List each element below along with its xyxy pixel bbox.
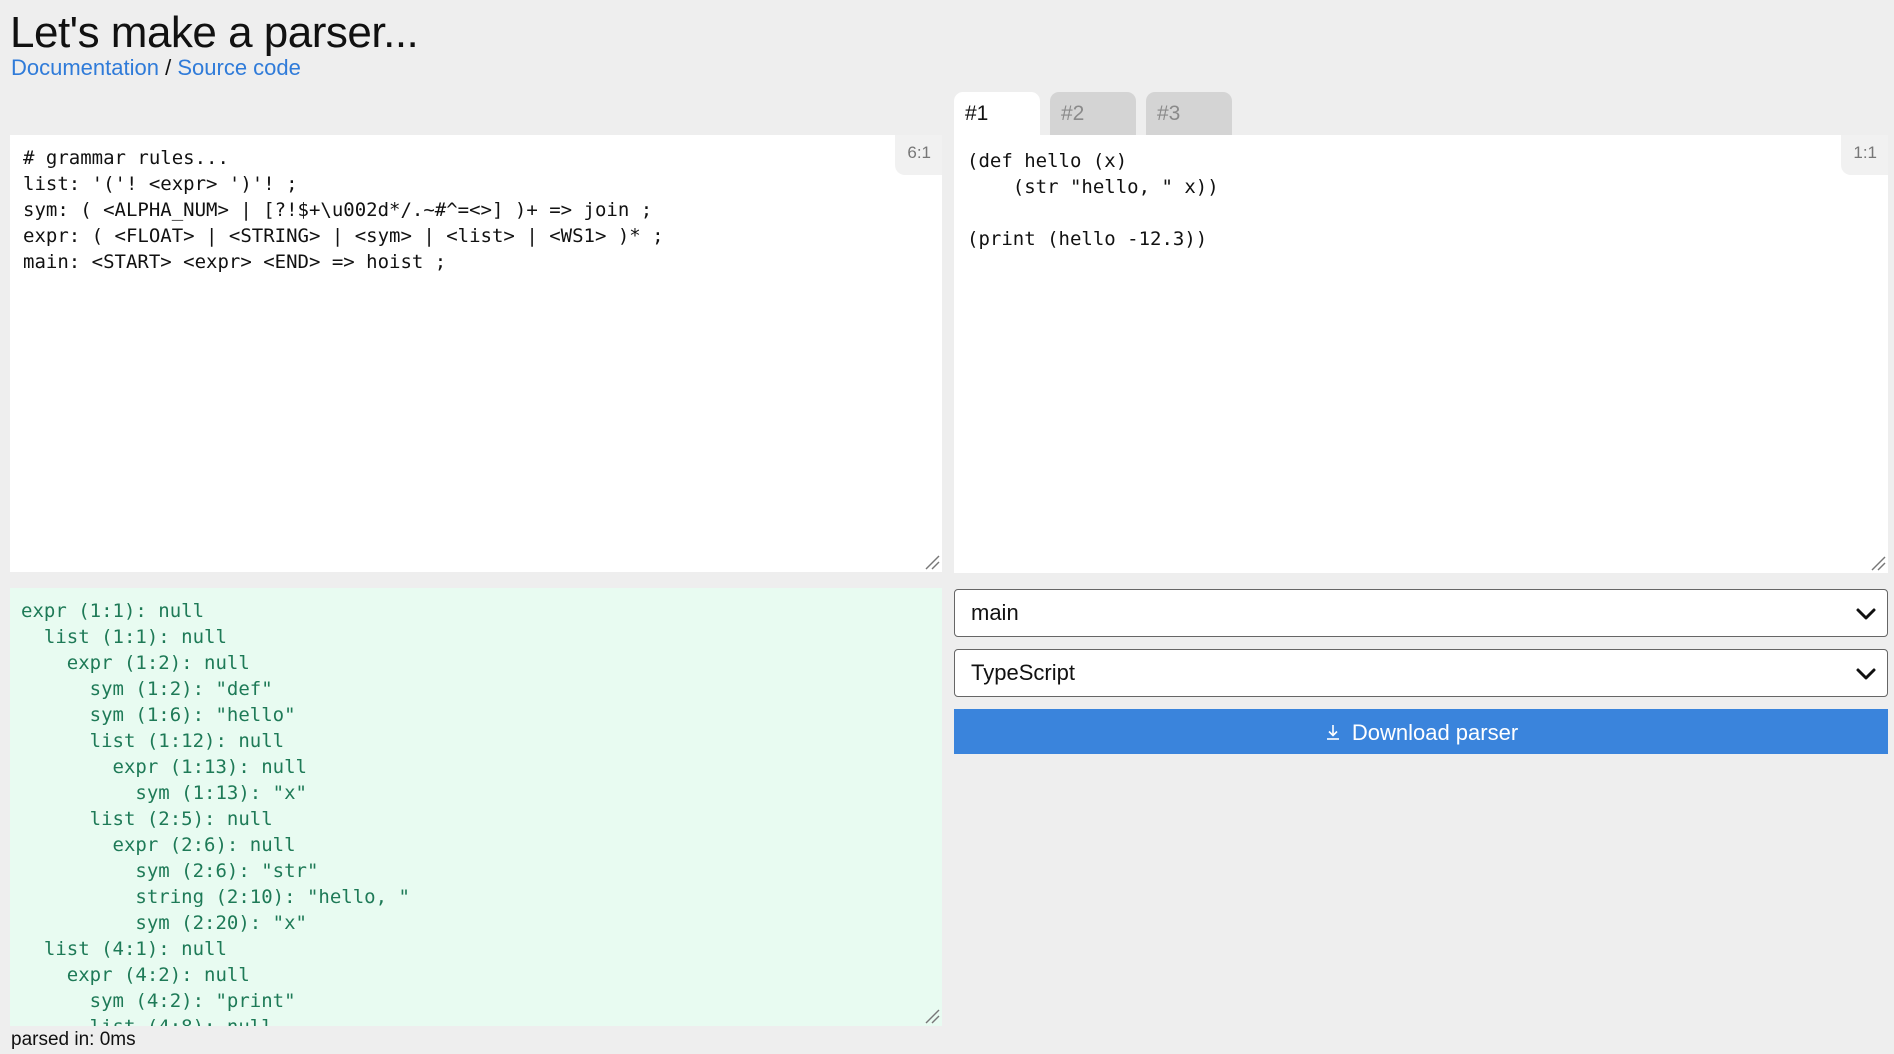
tab-1[interactable]: #1 — [954, 92, 1040, 136]
download-parser-button[interactable]: Download parser — [954, 709, 1888, 754]
header-links: Documentation / Source code — [11, 55, 301, 81]
grammar-cursor-position: 6:1 — [895, 135, 942, 175]
download-parser-label: Download parser — [1351, 720, 1519, 745]
page: Let's make a parser... Documentation / S… — [0, 0, 1894, 1054]
grammar-text[interactable]: # grammar rules... list: '('! <expr> ')'… — [23, 145, 664, 275]
output-resize-handle-icon[interactable] — [924, 1008, 940, 1024]
documentation-link[interactable]: Documentation — [11, 55, 159, 80]
grammar-resize-handle-icon[interactable] — [924, 554, 940, 570]
chevron-down-icon — [1856, 608, 1876, 620]
chevron-down-icon — [1856, 668, 1876, 680]
input-text[interactable]: (def hello (x) (str "hello, " x)) (print… — [967, 148, 1219, 252]
parse-tree-text: expr (1:1): null list (1:1): null expr (… — [21, 600, 410, 1026]
tab-3[interactable]: #3 — [1146, 92, 1232, 136]
input-resize-handle-icon[interactable] — [1870, 555, 1886, 571]
input-cursor-position: 1:1 — [1841, 135, 1888, 175]
parse-output[interactable]: expr (1:1): null list (1:1): null expr (… — [10, 588, 942, 1026]
grammar-editor[interactable]: # grammar rules... list: '('! <expr> ')'… — [10, 135, 942, 572]
start-rule-select[interactable]: main — [954, 589, 1888, 637]
link-separator: / — [165, 55, 172, 80]
download-icon — [1326, 725, 1339, 740]
page-title: Let's make a parser... — [10, 8, 419, 57]
source-code-link[interactable]: Source code — [177, 55, 301, 80]
start-rule-value: main — [971, 600, 1019, 625]
language-select[interactable]: TypeScript — [954, 649, 1888, 697]
input-editor[interactable]: (def hello (x) (str "hello, " x)) (print… — [954, 135, 1888, 573]
parse-time-status: parsed in: 0ms — [11, 1029, 136, 1050]
language-value: TypeScript — [971, 660, 1075, 685]
tab-2[interactable]: #2 — [1050, 92, 1136, 136]
